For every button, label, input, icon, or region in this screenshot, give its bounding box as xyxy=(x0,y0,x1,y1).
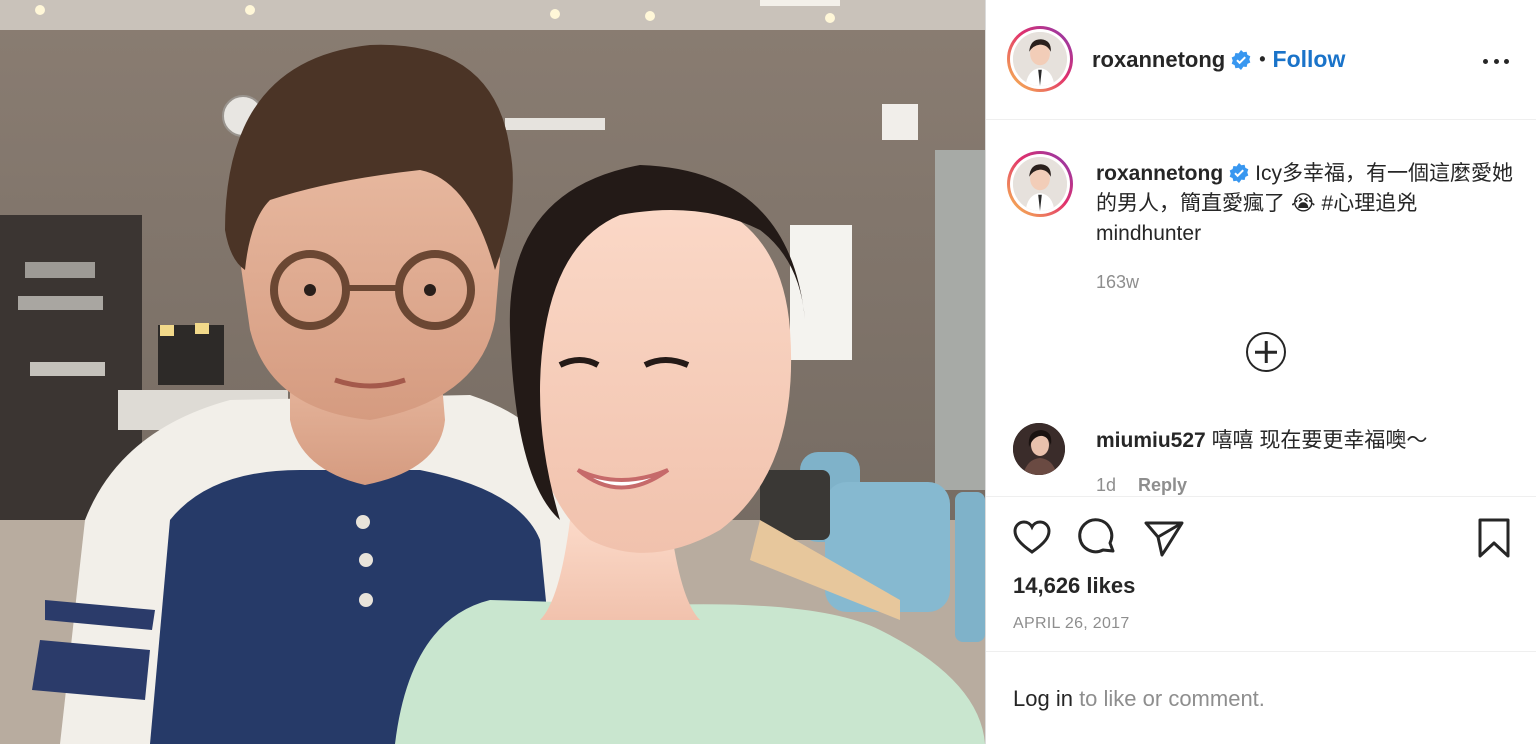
post-actions: 14,626 likes APRIL 26, 2017 xyxy=(986,496,1536,651)
caption: roxannetong Icy多幸福，有一個這麼愛她的男人，簡直愛瘋了 😭 #心理追兇… xyxy=(1096,159,1516,249)
caption-timestamp[interactable]: 163w xyxy=(1096,272,1139,293)
caption-username[interactable]: roxannetong xyxy=(1096,162,1223,185)
login-line: Log in to like or comment. xyxy=(1013,686,1265,712)
author-line: roxannetong • Follow xyxy=(1092,46,1345,73)
comment-meta: 1d Reply xyxy=(1096,475,1187,496)
login-text: to like or comment. xyxy=(1072,686,1265,711)
likes-count[interactable]: 14,626 likes xyxy=(1013,573,1135,599)
login-prompt: Log in to like or comment. xyxy=(986,651,1536,744)
post-photo[interactable] xyxy=(0,0,985,744)
verified-badge-icon xyxy=(1229,163,1249,183)
comment-icon[interactable] xyxy=(1076,517,1118,559)
share-icon[interactable] xyxy=(1143,517,1185,559)
post-sidebar: roxannetong • Follow roxannetong Icy多幸福，… xyxy=(985,0,1536,744)
more-options-icon[interactable] xyxy=(1483,48,1509,74)
author-avatar[interactable] xyxy=(1007,26,1073,92)
comments-section[interactable]: roxannetong Icy多幸福，有一個這麼愛她的男人，簡直愛瘋了 😭 #心理追兇… xyxy=(986,121,1536,496)
comment-text: 嘻嘻 现在要更幸福噢～ xyxy=(1211,429,1428,452)
caption-avatar-image xyxy=(1013,157,1067,211)
selfie-illustration xyxy=(0,0,985,744)
post-date[interactable]: APRIL 26, 2017 xyxy=(1013,615,1130,633)
follow-button[interactable]: Follow xyxy=(1273,46,1346,73)
commenter-avatar-image xyxy=(1013,423,1065,475)
post-header: roxannetong • Follow xyxy=(986,0,1536,120)
author-avatar-image xyxy=(1013,32,1067,86)
comment-timestamp[interactable]: 1d xyxy=(1096,475,1116,496)
crying-emoji: 😭 xyxy=(1291,192,1316,215)
commenter-avatar[interactable] xyxy=(1013,423,1065,475)
bookmark-icon[interactable] xyxy=(1473,517,1515,559)
separator-dot: • xyxy=(1259,49,1266,69)
author-username[interactable]: roxannetong xyxy=(1092,47,1225,73)
heart-icon[interactable] xyxy=(1011,517,1053,559)
reply-button[interactable]: Reply xyxy=(1138,475,1187,496)
comment: miumiu527 嘻嘻 现在要更幸福噢～ xyxy=(1096,424,1427,454)
caption-avatar[interactable] xyxy=(1007,151,1073,217)
load-more-comments-icon[interactable] xyxy=(1246,332,1286,372)
commenter-username[interactable]: miumiu527 xyxy=(1096,429,1206,452)
login-link[interactable]: Log in xyxy=(1013,686,1073,711)
verified-badge-icon xyxy=(1231,49,1251,70)
